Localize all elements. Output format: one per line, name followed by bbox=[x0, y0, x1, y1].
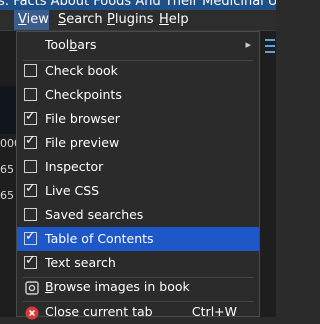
menu-item-text-search[interactable]: ✓ Text search bbox=[17, 251, 259, 275]
menu-item-label: File browser bbox=[45, 111, 120, 126]
menu-item-label: Toolbars bbox=[45, 37, 97, 52]
shortcut-label: Ctrl+W bbox=[191, 304, 237, 319]
checkbox-checked[interactable]: ✓ bbox=[24, 109, 37, 125]
menu-item-label: File preview bbox=[45, 135, 120, 150]
list-icon bbox=[265, 39, 275, 53]
menu-item-check-book[interactable]: Check book bbox=[17, 59, 259, 83]
menu-item-label: Browse images in book bbox=[45, 279, 190, 294]
menu-item-inspector[interactable]: Inspector bbox=[17, 155, 259, 179]
window-title: s: Facts About Foods And Their Medicinal… bbox=[0, 0, 276, 9]
background-right-panel bbox=[260, 31, 276, 317]
checkbox-checked[interactable]: ✓ bbox=[24, 253, 37, 269]
view-menu-dropdown: Toolbars ▸ Check book Checkpoints ✓ File… bbox=[16, 31, 260, 320]
menu-item-table-of-contents[interactable]: ✓ Table of Contents bbox=[17, 227, 259, 251]
background-number: 65 bbox=[0, 189, 14, 202]
menu-item-label: Check book bbox=[45, 63, 118, 78]
menu-search[interactable]: Search bbox=[54, 10, 107, 30]
menu-item-saved-searches[interactable]: Saved searches bbox=[17, 203, 259, 227]
menu-item-browse-images[interactable]: Browse images in book bbox=[17, 275, 259, 299]
menu-item-label: Live CSS bbox=[45, 183, 100, 198]
checkbox-unchecked[interactable] bbox=[24, 160, 37, 173]
menu-item-checkpoints[interactable]: Checkpoints bbox=[17, 83, 259, 107]
menu-item-label: Inspector bbox=[45, 159, 104, 174]
checkmark-icon: ✓ bbox=[25, 229, 36, 244]
menu-item-close-current-tab[interactable]: Close current tab Ctrl+W bbox=[17, 300, 259, 324]
menu-view[interactable]: View bbox=[14, 10, 49, 30]
menu-item-label: Text search bbox=[45, 255, 116, 270]
checkmark-icon: ✓ bbox=[25, 133, 36, 148]
checkbox-checked[interactable]: ✓ bbox=[24, 133, 37, 149]
menu-plugins[interactable]: Plugins bbox=[103, 10, 158, 30]
checkbox-unchecked[interactable] bbox=[24, 64, 37, 77]
menu-item-label: Close current tab bbox=[45, 304, 153, 319]
menu-item-label: Checkpoints bbox=[45, 87, 122, 102]
image-browse-icon bbox=[25, 280, 39, 295]
submenu-arrow-icon: ▸ bbox=[245, 38, 251, 51]
checkmark-icon: ✓ bbox=[25, 253, 36, 268]
checkmark-icon: ✓ bbox=[25, 109, 36, 124]
menu-item-label: Table of Contents bbox=[45, 231, 154, 246]
checkmark-icon: ✓ bbox=[25, 181, 36, 196]
checkbox-checked[interactable]: ✓ bbox=[24, 229, 37, 245]
window-title-bar: s: Facts About Foods And Their Medicinal… bbox=[0, 0, 276, 10]
background-dark-block bbox=[0, 86, 16, 134]
menu-item-toolbars[interactable]: Toolbars ▸ bbox=[17, 33, 259, 57]
menu-item-file-preview[interactable]: ✓ File preview bbox=[17, 131, 259, 155]
checkbox-unchecked[interactable] bbox=[24, 88, 37, 101]
checkbox-checked[interactable]: ✓ bbox=[24, 181, 37, 197]
checkbox-unchecked[interactable] bbox=[24, 208, 37, 221]
menu-help[interactable]: Help bbox=[155, 10, 193, 30]
background-number: 65 bbox=[0, 163, 14, 176]
background-left-panel: 000 65 65 bbox=[0, 31, 21, 317]
menu-bar: View Search Plugins Help bbox=[0, 10, 276, 31]
menu-item-file-browser[interactable]: ✓ File browser bbox=[17, 107, 259, 131]
menu-item-live-css[interactable]: ✓ Live CSS bbox=[17, 179, 259, 203]
menu-item-label: Saved searches bbox=[45, 207, 144, 222]
